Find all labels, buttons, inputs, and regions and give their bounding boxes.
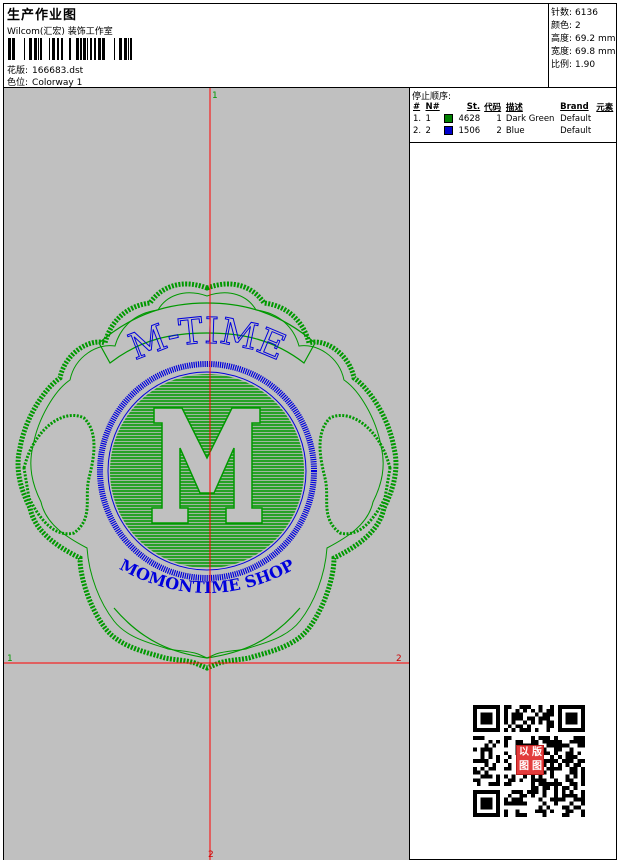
row-brand: Default xyxy=(560,126,592,136)
row-needle: 2 xyxy=(425,126,431,136)
row-code: 1 xyxy=(496,114,502,124)
design-canvas[interactable]: M-TIME MOMONTIME SHOP 1 1 2 2 xyxy=(4,88,410,860)
row-code: 2 xyxy=(496,126,502,136)
row-desc: Dark Green xyxy=(505,114,555,124)
row-index: 2. xyxy=(413,126,422,136)
colorway: 色位: Colorway 1 xyxy=(7,75,82,88)
table-row[interactable]: 2. 2 1506 2 Blue Default xyxy=(411,125,616,137)
production-sheet: 生产作业图 Wilcom(汇宏) 装饰工作室 花版: 166683.dst 色位:… xyxy=(3,3,617,860)
header-left: 生产作业图 Wilcom(汇宏) 装饰工作室 花版: 166683.dst 色位:… xyxy=(4,4,548,88)
table-header-row: # N# St. 代码 描述 Brand 元素 xyxy=(411,101,616,113)
stop-sequence-panel: 停止顺序: # N# St. 代码 描述 Brand 元素 1. 1 4628 … xyxy=(410,88,617,143)
col-element: 元素 xyxy=(596,103,614,113)
row-desc: Blue xyxy=(505,126,525,136)
stat-height: 高度: 69.2 mm xyxy=(551,34,616,44)
stop-sequence-table: # N# St. 代码 描述 Brand 元素 1. 1 4628 1 Dark… xyxy=(411,101,616,137)
col-needle: N# xyxy=(425,102,440,112)
embroidery-design: M-TIME MOMONTIME SHOP xyxy=(15,281,399,671)
axis-top-label: 1 xyxy=(212,91,218,101)
barcode xyxy=(8,38,132,60)
col-brand: Brand xyxy=(560,102,589,112)
color-swatch xyxy=(444,114,454,123)
seal-stamp: 以 版 图 图 xyxy=(516,745,544,775)
sheet-title: 生产作业图 xyxy=(7,8,78,23)
colorway-label: 色位: xyxy=(7,78,29,88)
color-swatch xyxy=(444,126,454,135)
stat-stitches: 针数: 6136 xyxy=(551,8,598,18)
col-code: 代码 xyxy=(484,103,502,113)
row-needle: 1 xyxy=(425,114,431,124)
row-stitches: 4628 xyxy=(458,114,481,124)
colorway-value: Colorway 1 xyxy=(32,78,83,88)
col-desc: 描述 xyxy=(505,103,523,113)
axis-right-label: 2 xyxy=(396,654,402,664)
company-name: Wilcom(汇宏) 装饰工作室 xyxy=(7,27,113,37)
table-row[interactable]: 1. 1 4628 1 Dark Green Default xyxy=(411,113,616,125)
axis-bottom-label: 2 xyxy=(208,850,214,860)
row-index: 1. xyxy=(413,114,422,124)
stat-width: 宽度: 69.8 mm xyxy=(551,47,616,57)
design-svg: M-TIME MOMONTIME SHOP 1 1 2 2 xyxy=(4,88,409,860)
design-top-text: M-TIME xyxy=(124,311,292,369)
stats-panel: 针数: 6136 颜色: 2 高度: 69.2 mm 宽度: 69.8 mm 比例: 1.… xyxy=(548,4,617,88)
row-brand: Default xyxy=(560,114,592,124)
axis-left-label: 1 xyxy=(7,654,13,664)
stat-colors: 颜色: 2 xyxy=(551,21,581,31)
col-stitches: St. xyxy=(466,102,481,112)
row-stitches: 1506 xyxy=(458,126,481,136)
col-index: # xyxy=(413,102,421,112)
stat-scale: 比例: 1.90 xyxy=(551,60,596,70)
